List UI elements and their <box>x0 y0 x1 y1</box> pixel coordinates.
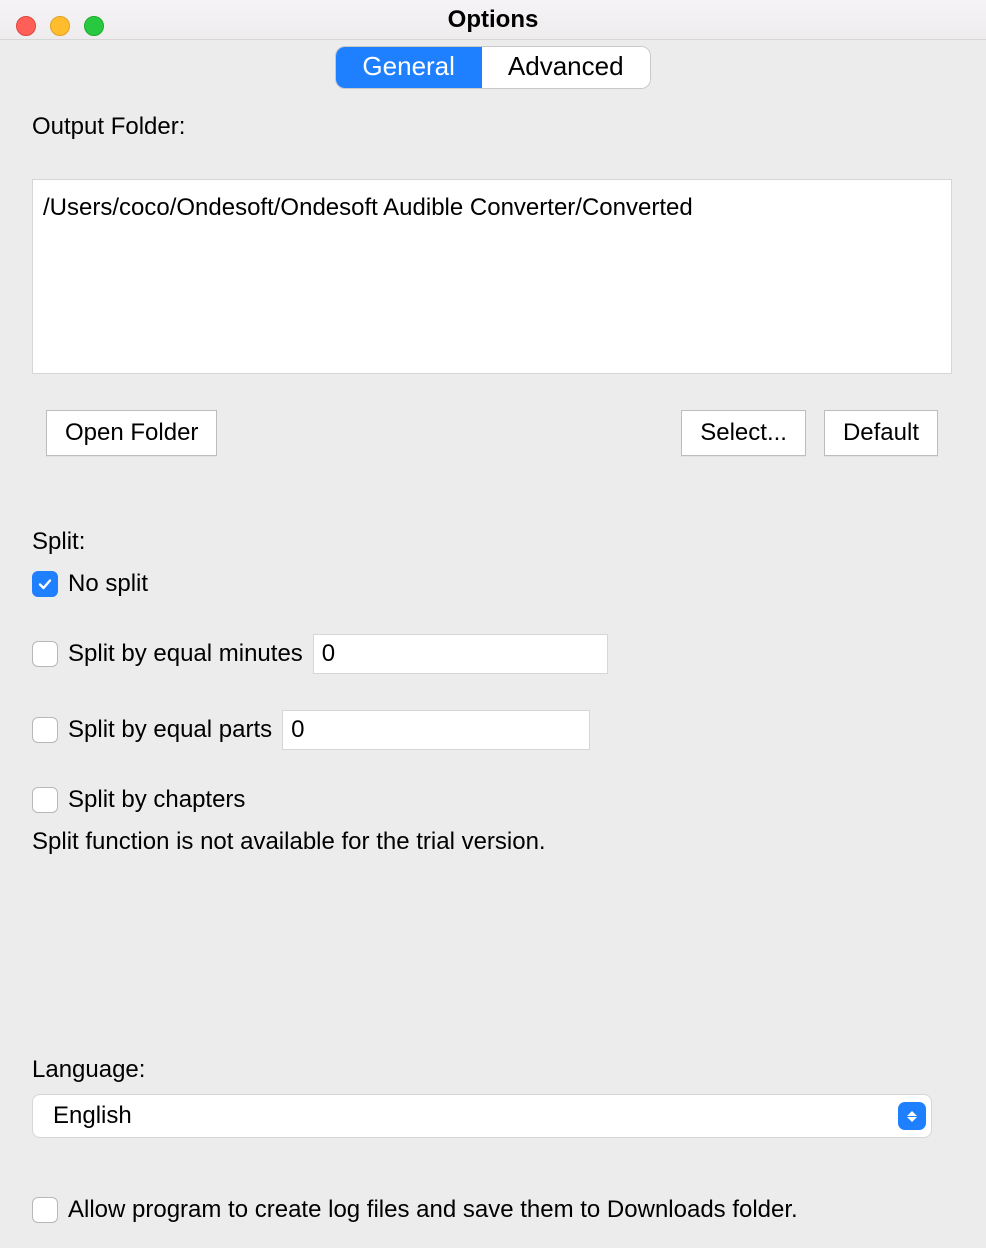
tab-bar: General Advanced <box>0 40 986 89</box>
allow-log-option[interactable]: Allow program to create log files and sa… <box>32 1196 954 1224</box>
language-value: English <box>53 1102 132 1130</box>
chevron-down-icon <box>907 1117 917 1122</box>
split-parts-option[interactable]: Split by equal parts <box>32 710 954 750</box>
content-area: Output Folder: /Users/coco/Ondesoft/Onde… <box>0 89 986 1248</box>
tab-segmented-control: General Advanced <box>335 46 650 89</box>
window-controls <box>16 16 104 36</box>
split-parts-input[interactable] <box>282 710 590 750</box>
split-section-label: Split: <box>32 528 954 556</box>
split-chapters-label: Split by chapters <box>68 786 245 814</box>
default-folder-button[interactable]: Default <box>824 410 938 456</box>
zoom-window-button[interactable] <box>84 16 104 36</box>
split-minutes-input[interactable] <box>313 634 608 674</box>
allow-log-checkbox[interactable] <box>32 1197 58 1223</box>
no-split-option[interactable]: No split <box>32 570 954 598</box>
checkmark-icon <box>37 576 53 592</box>
language-label: Language: <box>32 1056 954 1084</box>
split-parts-checkbox[interactable] <box>32 717 58 743</box>
open-folder-button[interactable]: Open Folder <box>46 410 217 456</box>
split-chapters-checkbox[interactable] <box>32 787 58 813</box>
output-folder-path[interactable]: /Users/coco/Ondesoft/Ondesoft Audible Co… <box>32 179 952 374</box>
split-chapters-option[interactable]: Split by chapters <box>32 786 954 814</box>
allow-log-label: Allow program to create log files and sa… <box>68 1196 798 1224</box>
titlebar: Options <box>0 0 986 40</box>
split-minutes-label: Split by equal minutes <box>68 640 303 668</box>
split-parts-label: Split by equal parts <box>68 716 272 744</box>
trial-note: Split function is not available for the … <box>32 828 954 856</box>
select-stepper-icon <box>898 1102 926 1130</box>
tab-advanced[interactable]: Advanced <box>482 47 650 88</box>
select-folder-button[interactable]: Select... <box>681 410 806 456</box>
split-minutes-option[interactable]: Split by equal minutes <box>32 634 954 674</box>
split-minutes-checkbox[interactable] <box>32 641 58 667</box>
tab-general[interactable]: General <box>336 47 482 88</box>
no-split-label: No split <box>68 570 148 598</box>
no-split-checkbox[interactable] <box>32 571 58 597</box>
minimize-window-button[interactable] <box>50 16 70 36</box>
output-folder-label: Output Folder: <box>32 113 954 141</box>
options-window: Options General Advanced Output Folder: … <box>0 0 986 1248</box>
chevron-up-icon <box>907 1111 917 1116</box>
window-title: Options <box>448 6 539 34</box>
close-window-button[interactable] <box>16 16 36 36</box>
language-select[interactable]: English <box>32 1094 932 1138</box>
output-buttons-row: Open Folder Select... Default <box>32 410 954 456</box>
